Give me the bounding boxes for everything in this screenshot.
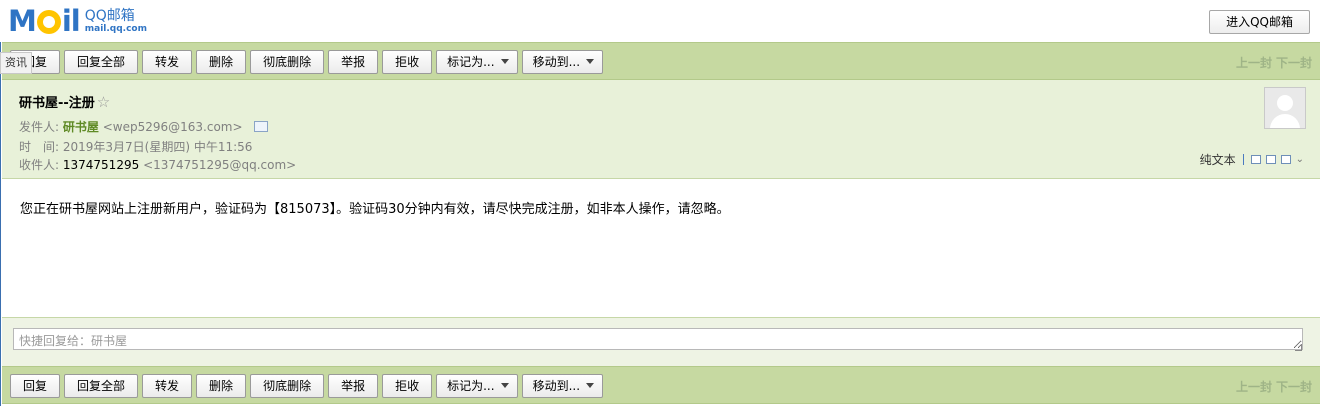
logo-text: QQ邮箱 mail.qq.com: [84, 6, 147, 35]
recipient-name[interactable]: 1374751295: [63, 158, 139, 172]
reject-button[interactable]: 拒收: [382, 374, 433, 398]
caret-down-icon: [500, 383, 509, 388]
recipient-address: <1374751295@qq.com>: [143, 158, 297, 172]
toolbar-buttons: 回复 回复全部 转发 删除 彻底删除 举报 拒收 标记为... 移动到...: [10, 374, 604, 398]
prev-mail-link[interactable]: 上一封: [1236, 378, 1272, 395]
window-icon[interactable]: [1250, 155, 1261, 164]
move-to-label: 移动到...: [532, 379, 581, 393]
qq-mail-logo[interactable]: M il QQ邮箱 mail.qq.com: [8, 6, 147, 40]
time-value: 2019年3月7日(星期四) 中午11:56: [62, 140, 253, 154]
contact-card-icon[interactable]: [254, 121, 269, 132]
forward-button[interactable]: 转发: [142, 374, 193, 398]
logo-letter-m: M: [8, 4, 37, 38]
time-label: 时 间:: [19, 140, 60, 154]
delete-permanently-button[interactable]: 彻底删除: [250, 50, 325, 74]
reply-all-button[interactable]: 回复全部: [64, 374, 139, 398]
mail-subject: 研书屋--注册 ☆: [19, 92, 110, 111]
from-label: 发件人:: [19, 120, 60, 134]
delete-button[interactable]: 删除: [196, 50, 247, 74]
header-actions: 纯文本 ⌄: [1200, 151, 1304, 168]
toolbar-top: 回复 回复全部 转发 删除 彻底删除 举报 拒收 标记为... 移动到... 上…: [2, 42, 1320, 80]
subject-text: 研书屋--注册: [19, 96, 95, 111]
move-to-label: 移动到...: [532, 55, 581, 69]
quick-reply-area: [2, 317, 1320, 367]
move-to-dropdown[interactable]: 移动到...: [521, 50, 604, 74]
enter-qq-mail-button[interactable]: 进入QQ邮箱: [1209, 10, 1310, 34]
logo-mark: M il: [8, 4, 81, 38]
mail-body: 您正在研书屋网站上注册新用户，验证码为【815073】。验证码30分钟内有效，请…: [20, 202, 730, 217]
forward-button[interactable]: 转发: [142, 50, 193, 74]
plain-text-link[interactable]: 纯文本: [1200, 151, 1236, 168]
mark-as-label: 标记为...: [447, 55, 495, 69]
mail-nav: 上一封 下一封: [1236, 54, 1312, 71]
reply-all-button[interactable]: 回复全部: [64, 50, 139, 74]
window-left-edge: [0, 40, 1, 406]
prev-mail-link[interactable]: 上一封: [1236, 54, 1272, 71]
toolbar-buttons: 回复 回复全部 转发 删除 彻底删除 举报 拒收 标记为... 移动到...: [10, 50, 604, 74]
star-icon[interactable]: ☆: [97, 93, 110, 111]
sender-row: 发件人: 研书屋 <wep5296@163.com>: [19, 118, 269, 135]
avatar-head: [1277, 95, 1293, 111]
mark-as-dropdown[interactable]: 标记为...: [436, 50, 518, 74]
print-icon[interactable]: [1280, 155, 1291, 164]
resize-handle-icon[interactable]: [1295, 344, 1302, 351]
divider: [1242, 154, 1244, 165]
time-row: 时 间: 2019年3月7日(星期四) 中午11:56: [19, 138, 252, 155]
avatar-body: [1270, 114, 1300, 128]
next-mail-link[interactable]: 下一封: [1276, 378, 1312, 395]
download-icon[interactable]: [1265, 155, 1276, 164]
logo-o-icon: [36, 10, 61, 34]
next-mail-link[interactable]: 下一封: [1276, 54, 1312, 71]
chevron-down-icon[interactable]: ⌄: [1296, 154, 1304, 165]
to-label: 收件人:: [19, 158, 60, 172]
mark-as-label: 标记为...: [447, 379, 495, 393]
delete-permanently-button[interactable]: 彻底删除: [250, 374, 325, 398]
caret-down-icon: [500, 59, 509, 64]
sender-avatar: [1264, 87, 1306, 129]
news-tag[interactable]: 资讯: [0, 52, 32, 74]
report-button[interactable]: 举报: [328, 50, 379, 74]
caret-down-icon: [586, 383, 595, 388]
mail-header: 研书屋--注册 ☆ 发件人: 研书屋 <wep5296@163.com> 时 间:…: [2, 80, 1320, 179]
reply-button[interactable]: 回复: [10, 374, 61, 398]
report-button[interactable]: 举报: [328, 374, 379, 398]
reject-button[interactable]: 拒收: [382, 50, 433, 74]
quick-reply-input[interactable]: [13, 328, 1303, 350]
sender-address: <wep5296@163.com>: [102, 120, 243, 134]
recipient-row: 收件人: 1374751295 <1374751295@qq.com>: [19, 156, 296, 173]
top-bar: M il QQ邮箱 mail.qq.com 进入QQ邮箱: [0, 0, 1324, 42]
logo-url: mail.qq.com: [84, 24, 147, 34]
mark-as-dropdown[interactable]: 标记为...: [436, 374, 518, 398]
caret-down-icon: [586, 59, 595, 64]
move-to-dropdown[interactable]: 移动到...: [521, 374, 604, 398]
logo-letter-il: il: [61, 4, 81, 38]
delete-button[interactable]: 删除: [196, 374, 247, 398]
logo-name: QQ邮箱: [84, 8, 135, 24]
mail-nav: 上一封 下一封: [1236, 378, 1312, 395]
toolbar-bottom: 回复 回复全部 转发 删除 彻底删除 举报 拒收 标记为... 移动到... 上…: [2, 366, 1320, 404]
sender-name[interactable]: 研书屋: [63, 120, 99, 134]
